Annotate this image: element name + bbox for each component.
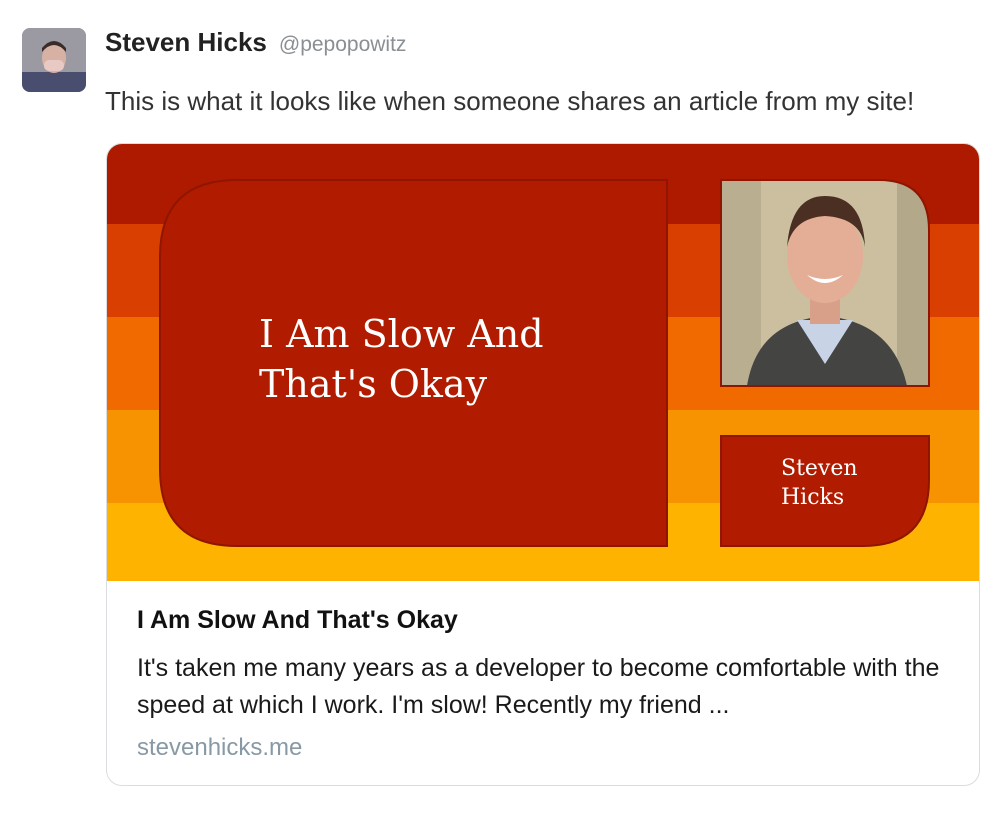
card-description: It's taken me many years as a developer …	[137, 654, 940, 719]
card-title[interactable]: I Am Slow And That's Okay	[137, 606, 458, 635]
avatar-image	[22, 28, 86, 92]
image-headline-line2: That's Okay	[259, 362, 488, 406]
tweet-author: Steven Hicks @pepopowitz	[105, 27, 406, 58]
tweet-text: This is what it looks like when someone …	[105, 86, 915, 116]
card-domain[interactable]: stevenhicks.me	[137, 734, 302, 762]
author-handle[interactable]: @pepopowitz	[279, 33, 407, 57]
card-image: I Am Slow And That's Okay Steven Hicks	[107, 144, 979, 581]
link-preview-card[interactable]: I Am Slow And That's Okay Steven Hicks I…	[106, 143, 980, 786]
image-headline-line1: I Am Slow And	[259, 312, 544, 356]
image-name-line2: Hicks	[781, 485, 844, 510]
image-name-line1: Steven	[781, 456, 858, 481]
author-name[interactable]: Steven Hicks	[105, 27, 267, 58]
author-avatar[interactable]	[22, 28, 86, 92]
author-photo	[720, 179, 930, 387]
